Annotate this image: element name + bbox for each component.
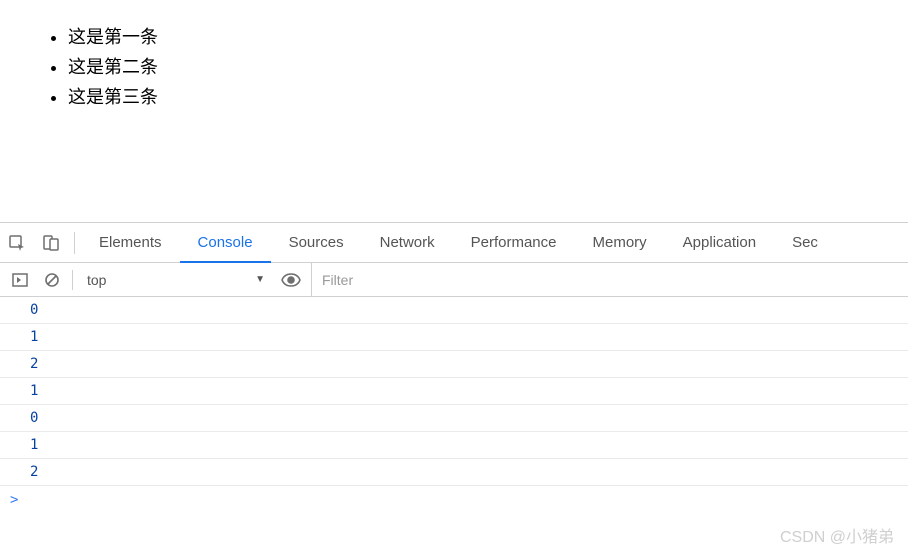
toggle-sidebar-icon[interactable] xyxy=(8,268,32,292)
context-selector-value: top xyxy=(87,272,106,288)
devtools-panel: Elements Console Sources Network Perform… xyxy=(0,222,908,514)
console-log-row[interactable]: 2 xyxy=(0,459,908,486)
tab-sources[interactable]: Sources xyxy=(271,223,362,262)
clear-console-icon[interactable] xyxy=(40,268,64,292)
tab-network[interactable]: Network xyxy=(362,223,453,262)
console-log-row[interactable]: 1 xyxy=(0,324,908,351)
context-selector[interactable]: top ▼ xyxy=(81,268,271,292)
eye-icon[interactable] xyxy=(279,268,303,292)
console-log-row[interactable]: 2 xyxy=(0,351,908,378)
console-prompt[interactable]: > xyxy=(0,486,908,514)
devtools-tab-bar: Elements Console Sources Network Perform… xyxy=(0,223,908,263)
tab-performance[interactable]: Performance xyxy=(453,223,575,262)
divider xyxy=(74,232,75,254)
tab-console[interactable]: Console xyxy=(180,223,271,262)
watermark: CSDN @小猪弟 xyxy=(780,523,894,547)
divider xyxy=(72,270,73,290)
device-toolbar-icon[interactable] xyxy=(34,223,68,262)
console-log-row[interactable]: 1 xyxy=(0,378,908,405)
list-item: 这是第二条 xyxy=(68,52,898,82)
tab-memory[interactable]: Memory xyxy=(575,223,665,262)
console-log-row[interactable]: 0 xyxy=(0,297,908,324)
console-log-row[interactable]: 0 xyxy=(0,405,908,432)
console-log-row[interactable]: 1 xyxy=(0,432,908,459)
console-toolbar: top ▼ xyxy=(0,263,908,297)
inspect-element-icon[interactable] xyxy=(0,223,34,262)
tab-elements[interactable]: Elements xyxy=(81,223,180,262)
list-item: 这是第三条 xyxy=(68,82,898,112)
filter-input[interactable] xyxy=(322,272,900,288)
chevron-down-icon: ▼ xyxy=(255,274,265,285)
tab-application[interactable]: Application xyxy=(665,223,774,262)
page-content: 这是第一条 这是第二条 这是第三条 xyxy=(0,0,908,222)
console-output: 0 1 2 1 0 1 2 > xyxy=(0,297,908,514)
list-item: 这是第一条 xyxy=(68,22,898,52)
filter-input-wrapper xyxy=(311,263,900,296)
tab-security[interactable]: Sec xyxy=(774,223,836,262)
bullet-list: 这是第一条 这是第二条 这是第三条 xyxy=(32,22,898,112)
